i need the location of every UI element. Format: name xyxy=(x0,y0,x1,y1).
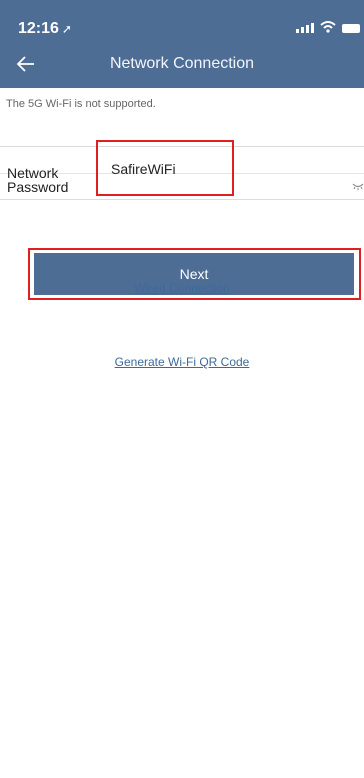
status-time-text: 12:16 xyxy=(18,20,59,37)
page-title: Network Connection xyxy=(109,55,255,72)
generate-qr-link[interactable]: Generate Wi-Fi QR Code xyxy=(0,355,364,369)
status-icons xyxy=(296,21,360,33)
signal-icon xyxy=(296,23,314,33)
battery-icon xyxy=(342,24,360,33)
wifi-notice: The 5G Wi-Fi is not supported. xyxy=(6,98,156,110)
header: 12:16 ➚ Network Connection xyxy=(0,0,364,88)
network-highlight-box xyxy=(96,140,234,196)
eye-closed-icon[interactable] xyxy=(352,181,364,191)
wired-connection-link[interactable]: Wired Connection xyxy=(0,281,364,295)
location-icon: ➚ xyxy=(61,22,72,36)
password-label: Password xyxy=(7,179,69,195)
wifi-icon xyxy=(320,21,336,33)
status-time: 12:16 ➚ xyxy=(18,20,72,38)
